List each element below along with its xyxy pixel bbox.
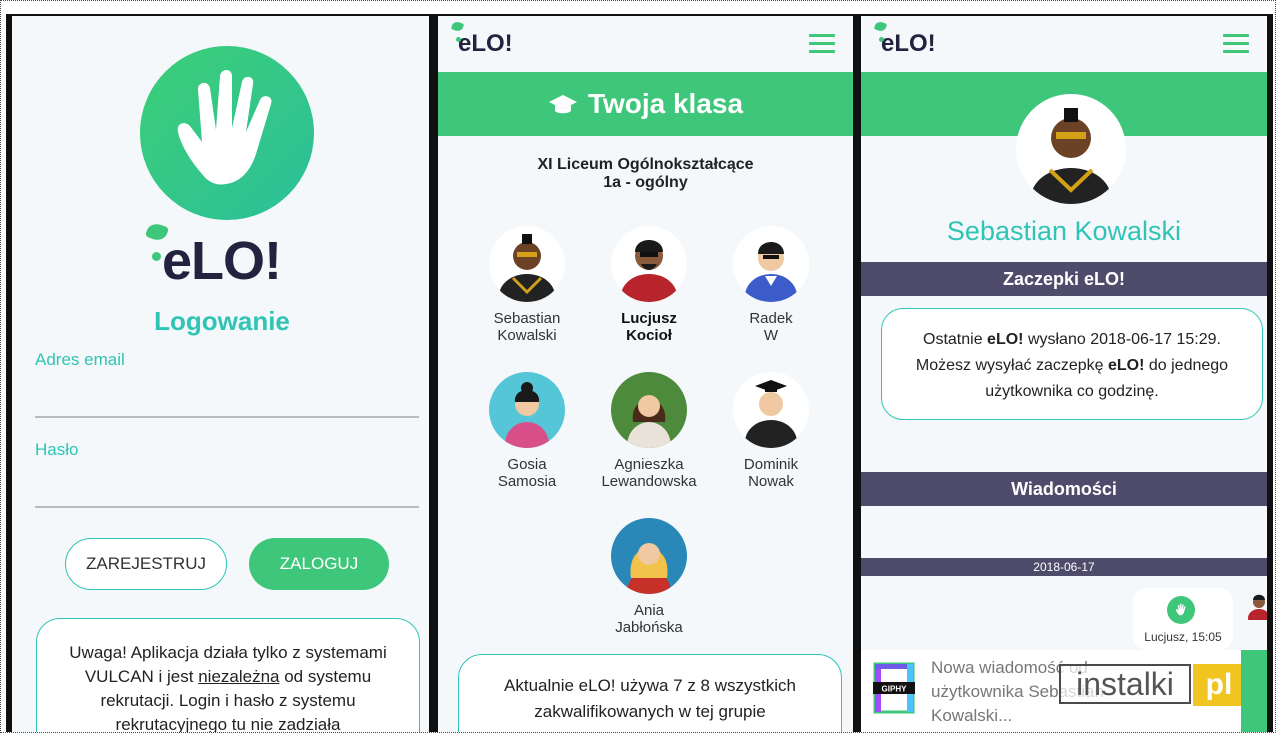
profile-screen: eLO! Sebastian Kowalski Zaczepki eLO! Os… [855,14,1273,732]
independent-link[interactable]: niezależna [198,667,279,686]
student-card[interactable]: Radek W [706,226,836,344]
watermark-pl: pl [1193,664,1245,706]
student-last-name: Kowalski [497,327,557,344]
login-screen: eLO! Logowanie Adres email Hasło ZAREJES… [6,14,432,732]
avatar [611,518,687,594]
password-label: Hasło [35,440,79,459]
menu-icon[interactable] [809,34,835,54]
register-button[interactable]: ZAREJESTRUJ [65,538,227,590]
student-first-name: Dominik [743,456,799,473]
app-logo-text: eLO! [458,30,513,57]
notification-toast[interactable]: GIPHY Nowa wiadomość od użytkownika Seba… [861,650,1267,732]
avatar [733,372,809,448]
student-last-name: Jabłońska [615,619,683,636]
giphy-label: GIPHY [882,685,908,694]
avatar [489,372,565,448]
top-bar: eLO! [438,16,853,72]
student-card[interactable]: Sebastian Kowalski [462,226,592,344]
class-header: Twoja klasa [438,88,853,122]
top-bar: eLO! [861,16,1267,72]
school-name: XI Liceum Ogólnokształcące 1a - ogólny [438,156,853,192]
watermark: instalki [1059,664,1191,704]
avatar [611,226,687,302]
avatar [489,226,565,302]
student-first-name: Agnieszka [614,456,684,473]
student-last-name: Kocioł [626,327,672,344]
usage-notice: Aktualnie eLO! używa 7 z 8 wszystkich za… [458,654,842,732]
message-bubble[interactable]: Lucjusz, 15:05 [1133,588,1233,650]
app-logo-text: eLO! [162,231,282,291]
student-card[interactable]: Dominik Nowak [706,372,836,490]
hand-icon [1167,596,1195,624]
school-line-1: XI Liceum Ogólnokształcące [537,156,754,173]
hook-brand-2: eLO! [1107,357,1145,374]
section-hooks: Zaczepki eLO! [861,262,1267,296]
student-last-name: W [763,327,779,344]
menu-icon[interactable] [1223,34,1249,54]
student-first-name: Gosia [507,456,547,473]
page-title: Logowanie [154,306,290,336]
password-field[interactable] [35,506,419,508]
app-logo: eLO! [142,221,282,292]
avatar [1016,94,1126,204]
hand-icon [140,46,314,220]
graduation-cap-icon [548,90,578,122]
app-logo[interactable]: eLO! [873,20,936,58]
school-line-2: 1a - ogólny [603,174,688,191]
profile-name: Sebastian Kowalski [946,216,1182,246]
student-first-name: Ania [633,602,665,619]
message-meta: Lucjusz, 15:05 [1144,630,1222,644]
section-messages: Wiadomości [861,472,1267,506]
class-screen: eLO! Twoja klasa XI Liceum Ogólnokształc… [432,14,856,732]
app-logo[interactable]: eLO! [450,20,513,58]
login-button[interactable]: ZALOGUJ [249,538,389,590]
student-first-name: Lucjusz [621,310,677,327]
student-card[interactable]: Ania Jabłońska [584,518,714,636]
student-first-name: Radek [749,310,793,327]
hook-notice: Ostatnie eLO! wysłano 2018-06-17 15:29. … [881,308,1263,420]
student-card[interactable]: Gosia Samosia [462,372,592,490]
toast-line-3: Kowalski... [931,706,1013,725]
toast-accent [1241,650,1267,732]
student-card[interactable]: Lucjusz Kocioł [584,226,714,344]
student-first-name: Sebastian [493,310,561,327]
giphy-icon: GIPHY [873,662,915,714]
student-last-name: Samosia [497,473,557,490]
date-separator: 2018-06-17 [861,558,1267,576]
avatar [1245,590,1267,627]
student-last-name: Lewandowska [601,473,697,490]
hook-text-1: Ostatnie [923,331,988,348]
avatar [611,372,687,448]
app-logo-text: eLO! [881,30,936,57]
class-header-title: Twoja klasa [587,88,744,119]
avatar [733,226,809,302]
vulcan-notice: Uwaga! Aplikacja działa tylko z systemam… [36,618,420,732]
student-card[interactable]: Agnieszka Lewandowska [584,372,714,490]
hook-brand-1: eLO! [987,331,1024,348]
student-last-name: Nowak [748,473,794,490]
email-field[interactable] [35,416,419,418]
email-label: Adres email [35,350,125,369]
